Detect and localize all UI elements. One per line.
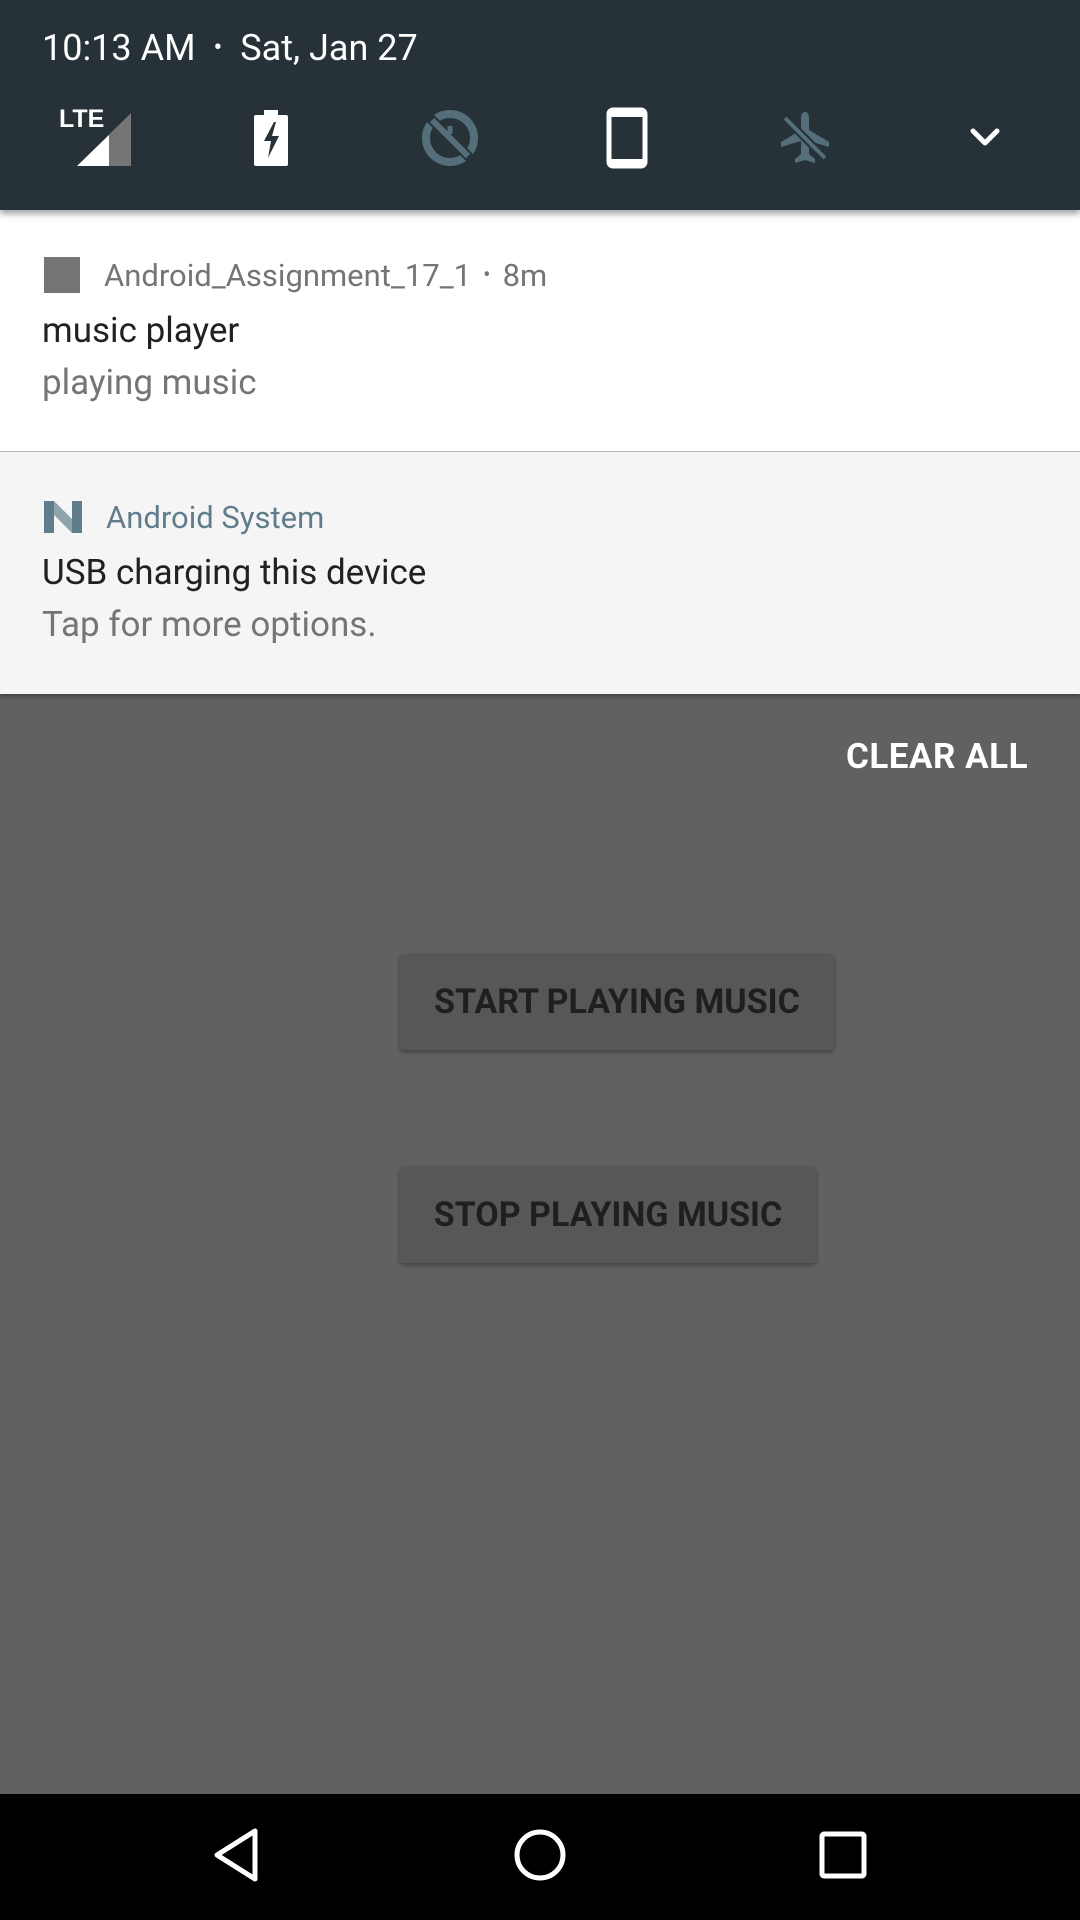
- notification-header: Android_Assignment_17_1 • 8m: [42, 250, 547, 300]
- notification-text: Tap for more options.: [42, 604, 377, 645]
- stop-playing-music-button[interactable]: STOP PLAYING MUSIC: [400, 1167, 816, 1263]
- notification-text: playing music: [42, 362, 257, 403]
- notification-app-name: Android System: [106, 498, 325, 536]
- expand-button[interactable]: [935, 100, 1035, 180]
- notification-music-player[interactable]: Android_Assignment_17_1 • 8m music playe…: [0, 210, 1080, 452]
- home-icon: [512, 1827, 568, 1887]
- clear-all-button[interactable]: CLEAR ALL: [846, 736, 1028, 777]
- home-button[interactable]: [500, 1817, 580, 1897]
- quick-settings-tiles: LTE: [0, 100, 1080, 180]
- mobile-data-tile[interactable]: LTE: [42, 100, 142, 180]
- back-icon: [211, 1827, 261, 1887]
- app-square-icon: [42, 255, 82, 295]
- battery-tile[interactable]: [222, 100, 322, 180]
- date-time-row: 10:13 AM • Sat, Jan 27: [42, 22, 418, 74]
- chevron-down-icon: [965, 123, 1005, 157]
- phone-rotation-icon: [606, 107, 650, 173]
- start-playing-music-button[interactable]: START PLAYING MUSIC: [400, 954, 834, 1050]
- android-n-icon: [42, 499, 84, 535]
- notification-separator: •: [483, 262, 491, 288]
- data-saver-off-icon: [420, 108, 480, 172]
- airplane-tile[interactable]: [755, 100, 855, 180]
- notification-usb-charging[interactable]: Android System USB charging this device …: [0, 452, 1080, 694]
- back-button[interactable]: [196, 1817, 276, 1897]
- clock-time: 10:13 AM: [42, 27, 196, 69]
- battery-charging-icon: [252, 110, 292, 170]
- navigation-bar: [0, 1794, 1080, 1920]
- quick-settings-header: 10:13 AM • Sat, Jan 27 LTE: [0, 0, 1080, 210]
- date-label[interactable]: Sat, Jan 27: [240, 27, 417, 69]
- recents-icon: [818, 1830, 868, 1884]
- notification-header: Android System: [42, 492, 324, 542]
- svg-text:LTE: LTE: [59, 105, 104, 133]
- notification-title: music player: [42, 310, 240, 351]
- notification-app-name: Android_Assignment_17_1: [104, 256, 472, 294]
- data-saver-tile[interactable]: [400, 100, 500, 180]
- notification-time: 8m: [502, 256, 548, 294]
- airplane-mode-icon: [775, 108, 835, 172]
- recents-button[interactable]: [803, 1817, 883, 1897]
- date-separator: •: [213, 33, 223, 63]
- notification-title: USB charging this device: [42, 552, 427, 593]
- rotation-tile[interactable]: [578, 100, 678, 180]
- lte-signal-icon: LTE: [47, 103, 137, 177]
